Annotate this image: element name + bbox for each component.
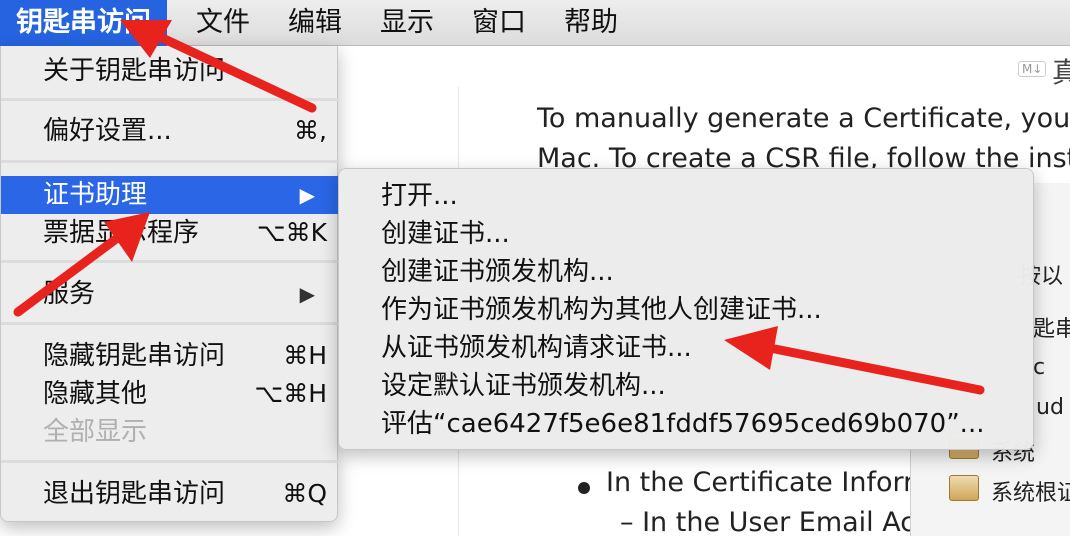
menu-item-ticket-viewer-label: 票据显示程序	[43, 218, 200, 248]
menu-item-ticket-viewer[interactable]: 票据显示程序 ⌥⌘K	[1, 214, 339, 252]
shortcut-hide-others: ⌥⌘H	[254, 379, 327, 408]
menu-separator	[1, 160, 339, 163]
submenu-item-set-default-ca[interactable]: 设定默认证书颁发机构...	[339, 367, 1035, 405]
menu-item-services[interactable]: 服务 ▶	[1, 275, 339, 313]
menu-edit[interactable]: 编辑	[270, 0, 360, 46]
menu-view[interactable]: 显示	[362, 0, 452, 46]
menu-separator	[1, 98, 339, 101]
menu-help[interactable]: 帮助	[546, 0, 636, 46]
menu-item-cert-assistant[interactable]: 证书助理 ▶	[1, 176, 339, 214]
submenu-arrow-icon: ▶	[299, 183, 315, 207]
shortcut-ticket-viewer: ⌥⌘K	[256, 218, 327, 247]
submenu-item-create-cert-for-others[interactable]: 作为证书颁发机构为其他人创建证书...	[339, 291, 1035, 329]
menu-app-keychain[interactable]: 钥匙串访问	[0, 0, 167, 46]
markdown-icon: M↓	[1018, 61, 1047, 77]
menu-separator	[1, 460, 339, 463]
menu-separator	[1, 322, 339, 325]
shortcut-quit: ⌘Q	[282, 479, 327, 508]
submenu-arrow-icon: ▶	[299, 282, 315, 306]
menu-item-about[interactable]: 关于钥匙串访问	[1, 52, 339, 90]
menu-item-show-all-label: 全部显示	[43, 417, 148, 447]
keychain-system-roots[interactable]: 系统根证	[991, 475, 1070, 507]
submenu-item-create-cert[interactable]: 创建证书...	[339, 215, 1035, 253]
menu-item-hide[interactable]: 隐藏钥匙串访问 ⌘H	[1, 337, 339, 375]
menu-window[interactable]: 窗口	[454, 0, 544, 46]
menu-separator	[1, 260, 339, 263]
submenu-item-evaluate[interactable]: 评估“cae6427f5e6e81fddf57695ced69b070”...	[339, 405, 1035, 443]
app-dropdown-menu: 关于钥匙串访问 偏好设置... ⌘, 证书助理 ▶ 票据显示程序 ⌥⌘K 服务 …	[0, 46, 339, 522]
panel-fragment-4: ud	[1036, 395, 1064, 420]
shortcut-preferences: ⌘,	[294, 116, 327, 145]
menu-item-preferences[interactable]: 偏好设置... ⌘,	[1, 112, 339, 150]
certificate-icon	[949, 475, 979, 501]
submenu-item-request-from-ca[interactable]: 从证书颁发机构请求证书...	[339, 329, 1035, 367]
document-bullet-1: In the Certificate Inforr	[606, 467, 915, 498]
menu-item-about-label: 关于钥匙串访问	[43, 56, 226, 86]
menu-item-hide-others-label: 隐藏其他	[43, 379, 148, 409]
menu-item-cert-assistant-label: 证书助理	[43, 180, 148, 210]
menu-item-quit-label: 退出钥匙串访问	[43, 479, 226, 509]
submenu-item-open[interactable]: 打开...	[339, 177, 1035, 215]
menu-item-quit[interactable]: 退出钥匙串访问 ⌘Q	[1, 475, 339, 513]
document-title-fragment: 真	[1052, 56, 1070, 89]
menu-item-hide-label: 隐藏钥匙串访问	[43, 341, 226, 371]
menu-bar: 钥匙串访问 文件 编辑 显示 窗口 帮助	[0, 0, 1070, 46]
document-line-1: To manually generate a Certificate, you …	[537, 103, 1070, 134]
shortcut-hide: ⌘H	[283, 341, 327, 370]
menu-item-hide-others[interactable]: 隐藏其他 ⌥⌘H	[1, 375, 339, 413]
menu-file[interactable]: 文件	[178, 0, 268, 46]
panel-fragment-2: 匙串	[1033, 317, 1070, 342]
submenu-item-create-ca[interactable]: 创建证书颁发机构...	[339, 253, 1035, 291]
cert-assistant-submenu: 打开... 创建证书... 创建证书颁发机构... 作为证书颁发机构为其他人创建…	[338, 168, 1034, 450]
document-sub-1: – In the User Email Ac	[620, 507, 916, 536]
menu-item-preferences-label: 偏好设置...	[43, 116, 172, 146]
menu-item-services-label: 服务	[43, 279, 96, 309]
menu-item-show-all: 全部显示	[1, 413, 339, 451]
bullet-icon	[578, 482, 590, 494]
